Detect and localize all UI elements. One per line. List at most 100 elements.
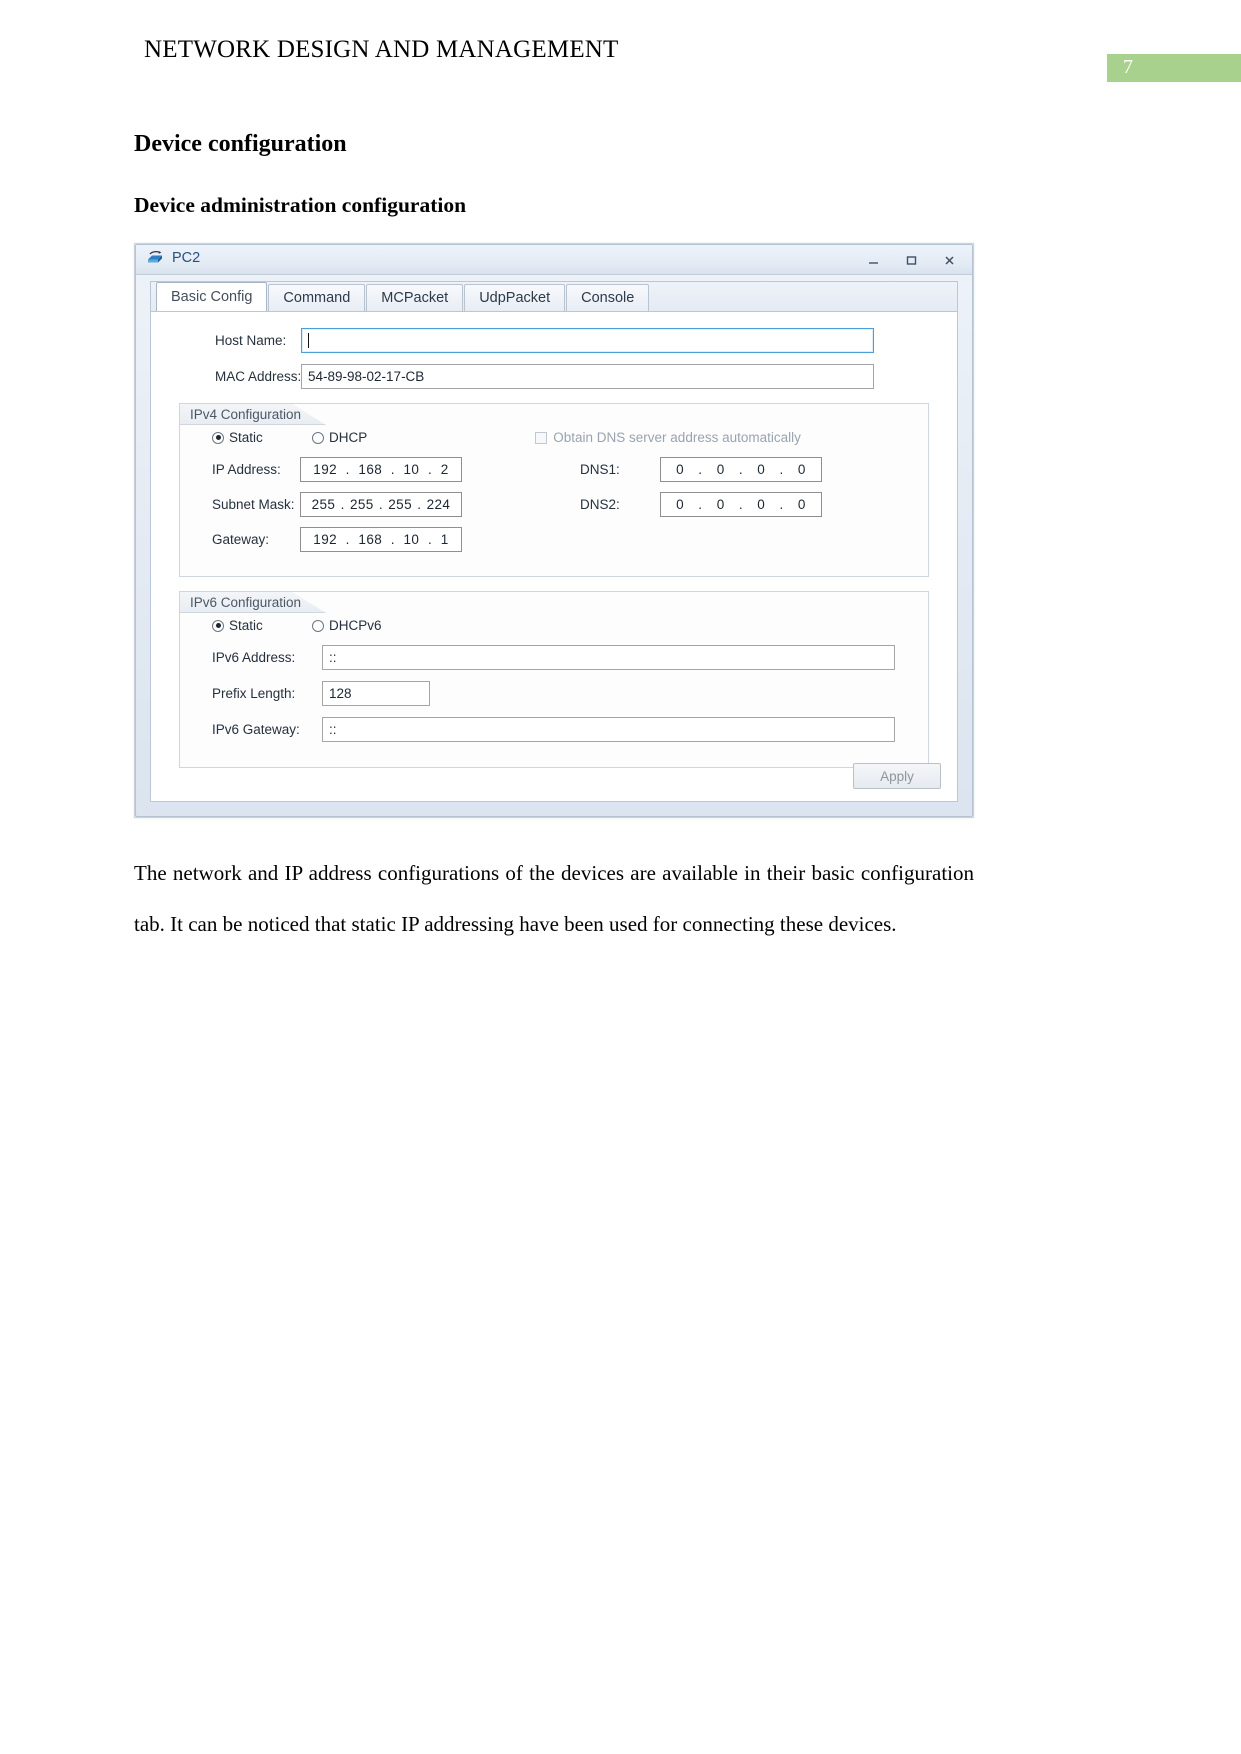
ipv4-dhcp-radio[interactable] (312, 431, 324, 444)
tab-mcpacket[interactable]: MCPacket (366, 284, 464, 311)
mask-dot-1: . (340, 497, 345, 512)
mask-dot-2: . (378, 497, 384, 512)
ipv4-configuration-group: IPv4 Configuration Static DHCP Obtain DN… (179, 403, 929, 577)
dns2-octet-4: 0 (797, 497, 806, 512)
dns2-dot-1: . (698, 497, 703, 512)
ipv4-mode-row: Static DHCP Obtain DNS server address au… (190, 430, 918, 445)
ipv4-dhcp-radio-item[interactable]: DHCP (312, 430, 367, 445)
mac-address-label: MAC Address: (215, 369, 302, 384)
dns2-octet-2: 0 (716, 497, 725, 512)
heading-device-administration-configuration: Device administration configuration (134, 192, 467, 217)
dns2-octet-1: 0 (676, 497, 685, 512)
basic-config-panel: Host Name: MAC Address: 54-89-98-02-17-C… (151, 312, 957, 801)
gw-octet-1: 192 (313, 532, 338, 547)
mac-address-value: 54-89-98-02-17-CB (308, 369, 425, 384)
document-header-title: NETWORK DESIGN AND MANAGEMENT (144, 36, 619, 63)
obtain-dns-automatically-item[interactable]: Obtain DNS server address automatically (535, 430, 801, 445)
window-client-area: Basic Config Command MCPacket UdpPacket … (150, 281, 958, 802)
ipv6-address-value: :: (329, 650, 337, 665)
prefix-length-input[interactable]: 128 (322, 681, 430, 706)
dns2-dot-2: . (738, 497, 744, 512)
ipv6-static-radio-item[interactable]: Static (212, 618, 312, 633)
dns1-octet-2: 0 (716, 462, 725, 477)
ipv6-dhcpv6-label: DHCPv6 (329, 618, 382, 633)
mask-octet-1: 255 (311, 497, 336, 512)
page-number: 7 (1123, 56, 1133, 78)
prefix-length-row: Prefix Length: 128 (190, 681, 918, 706)
ipv6-address-input[interactable]: :: (322, 645, 895, 670)
obtain-dns-label: Obtain DNS server address automatically (553, 430, 801, 445)
mask-octet-4: 224 (426, 497, 451, 512)
dns2-label: DNS2: (580, 497, 620, 512)
gw-octet-4: 1 (440, 532, 449, 547)
document-header: NETWORK DESIGN AND MANAGEMENT 7 (0, 36, 1241, 82)
ipv6-dhcpv6-radio[interactable] (312, 619, 324, 632)
ip-dot-3: . (427, 462, 433, 477)
gw-dot-3: . (427, 532, 433, 547)
dns2-input[interactable]: 0. 0. 0. 0 (660, 492, 822, 517)
ipv6-gateway-value: :: (329, 722, 337, 737)
dns1-label: DNS1: (580, 462, 620, 477)
ipv6-group-title: IPv6 Configuration (179, 591, 327, 613)
ipv6-gateway-label: IPv6 Gateway: (212, 722, 300, 737)
gateway-input[interactable]: 192. 168. 10. 1 (300, 527, 462, 552)
ipv6-static-label: Static (229, 618, 263, 633)
mask-dot-3: . (417, 497, 422, 512)
window-title: PC2 (172, 250, 201, 267)
dns1-input[interactable]: 0. 0. 0. 0 (660, 457, 822, 482)
tab-strip: Basic Config Command MCPacket UdpPacket … (151, 282, 957, 312)
ipv4-static-radio[interactable] (212, 431, 224, 444)
ipv6-configuration-group: IPv6 Configuration Static DHCPv6 IPv6 Ad… (179, 591, 929, 768)
window-titlebar[interactable]: PC2 (136, 245, 972, 275)
host-name-row: Host Name: (173, 328, 935, 353)
mask-octet-2: 255 (349, 497, 374, 512)
dns1-octet-1: 0 (676, 462, 685, 477)
ipv4-group-title: IPv4 Configuration (179, 403, 327, 425)
gateway-row: Gateway: 192. 168. 10. 1 (190, 527, 918, 552)
window-title-group: PC2 (146, 250, 200, 267)
maximize-button[interactable] (892, 248, 930, 272)
mac-address-input[interactable]: 54-89-98-02-17-CB (301, 364, 874, 389)
prefix-length-value: 128 (329, 686, 352, 701)
gw-octet-3: 10 (403, 532, 420, 547)
ip-dot-2: . (390, 462, 395, 477)
dns2-octet-3: 0 (757, 497, 766, 512)
ipv6-address-row: IPv6 Address: :: (190, 645, 918, 670)
ip-address-dns1-row: IP Address: 192. 168. 10. 2 DNS1: 0. 0. (190, 457, 918, 482)
dns1-octet-4: 0 (797, 462, 806, 477)
tab-console[interactable]: Console (566, 284, 650, 311)
ipv6-gateway-row: IPv6 Gateway: :: (190, 717, 918, 742)
ip-address-input[interactable]: 192. 168. 10. 2 (300, 457, 462, 482)
heading-device-configuration: Device configuration (134, 131, 347, 157)
gateway-label: Gateway: (212, 532, 270, 547)
tab-udppacket[interactable]: UdpPacket (464, 284, 566, 311)
apply-bar: Apply (853, 763, 941, 789)
pc-device-icon (148, 251, 162, 263)
window-controls (854, 245, 968, 275)
dns1-dot-3: . (779, 462, 784, 477)
ipv6-mode-row: Static DHCPv6 (190, 618, 918, 633)
ipv6-static-radio[interactable] (212, 619, 224, 632)
subnet-mask-dns2-row: Subnet Mask: 255. 255. 255. 224 DNS2: 0.… (190, 492, 918, 517)
tab-basic-config[interactable]: Basic Config (156, 282, 268, 311)
obtain-dns-checkbox[interactable] (535, 431, 548, 444)
page-number-badge: 7 (1107, 54, 1241, 82)
ipv6-gateway-input[interactable]: :: (322, 717, 895, 742)
gw-dot-2: . (390, 532, 395, 547)
pc2-window: PC2 Basic Config Command MCPacket UdpPac… (135, 244, 973, 817)
mask-octet-3: 255 (388, 497, 412, 512)
subnet-mask-input[interactable]: 255. 255. 255. 224 (300, 492, 462, 517)
ip-octet-2: 168 (358, 462, 383, 477)
tab-command[interactable]: Command (268, 284, 366, 311)
figure-pc2-screenshot: PC2 Basic Config Command MCPacket UdpPac… (134, 243, 974, 818)
ipv6-dhcpv6-radio-item[interactable]: DHCPv6 (312, 618, 382, 633)
ipv6-address-label: IPv6 Address: (212, 650, 296, 665)
dns1-dot-2: . (738, 462, 744, 477)
host-name-input[interactable] (301, 328, 874, 353)
ipv4-static-radio-item[interactable]: Static (212, 430, 312, 445)
dns1-dot-1: . (698, 462, 703, 477)
close-button[interactable] (930, 248, 968, 272)
minimize-button[interactable] (854, 248, 892, 272)
gw-dot-1: . (345, 532, 350, 547)
apply-button[interactable]: Apply (853, 763, 941, 789)
